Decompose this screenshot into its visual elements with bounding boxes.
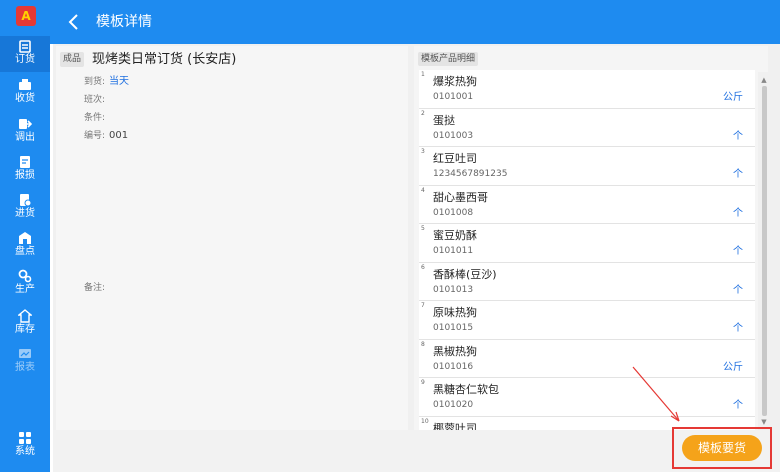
product-code: 0101003 <box>433 130 474 141</box>
list-item[interactable]: 6 香酥棒(豆沙) 0101013 个 <box>419 262 755 301</box>
sidebar-item-label: 盘点 <box>15 246 35 257</box>
product-list[interactable]: 1 爆浆热狗 0101001 公斤 2 蛋挞 0101003 个 3 红豆吐司 … <box>419 70 755 430</box>
product-name: 蛋挞 <box>433 113 455 127</box>
sidebar-item-order[interactable]: 订货 <box>0 36 50 72</box>
list-item[interactable]: 7 原味热狗 0101015 个 <box>419 301 755 340</box>
product-name: 蜜豆奶酥 <box>433 229 477 242</box>
product-code: 0101011 <box>433 246 474 256</box>
inventory-check-icon <box>18 231 32 245</box>
field-arrival: 到货: 当天 <box>84 76 130 87</box>
field-remark-label: 备注: <box>84 283 106 293</box>
sidebar: A 订货 收货 调出 报损 进货 盘点 生产 库存 报表 系统 <box>0 0 50 472</box>
sidebar-item-label: 订货 <box>15 54 35 65</box>
sidebar-item-receive[interactable]: 收货 <box>0 75 50 111</box>
product-code: 0101008 <box>433 207 474 218</box>
sidebar-item-label: 库存 <box>15 324 35 335</box>
production-icon <box>18 269 32 283</box>
sidebar-item-label: 报损 <box>15 170 35 181</box>
chevron-left-icon[interactable] <box>64 12 84 32</box>
list-item[interactable]: 5 蜜豆奶酥 0101011 个 <box>419 224 755 263</box>
sidebar-item-stock[interactable]: 库存 <box>0 306 50 342</box>
sidebar-item-system[interactable]: 系统 <box>0 428 50 464</box>
scrollbar-thumb[interactable] <box>762 86 767 416</box>
product-unit[interactable]: 个 <box>733 131 743 143</box>
sidebar-item-production[interactable]: 生产 <box>0 266 50 302</box>
sidebar-item-purchase[interactable]: 进货 <box>0 190 50 226</box>
product-code: 0101001 <box>433 92 474 102</box>
product-unit[interactable]: 个 <box>733 400 743 412</box>
product-name: 甜心墨西哥 <box>433 190 488 204</box>
system-icon <box>18 431 32 445</box>
product-code: 0101016 <box>433 361 474 372</box>
product-unit[interactable]: 公斤 <box>723 362 743 374</box>
product-unit[interactable]: 个 <box>733 323 743 335</box>
product-name: 爆浆热狗 <box>433 75 477 88</box>
order-icon <box>18 39 32 53</box>
product-name: 香酥棒(豆沙) <box>433 267 497 281</box>
template-order-button[interactable]: 模板要货 <box>682 435 762 461</box>
product-unit[interactable]: 个 <box>733 285 743 297</box>
sidebar-item-label: 调出 <box>15 132 35 143</box>
app-logo: A <box>16 6 36 26</box>
product-code: 0101013 <box>433 284 474 295</box>
bottom-action-bar <box>53 430 780 472</box>
product-unit[interactable]: 个 <box>733 169 743 181</box>
stock-icon <box>18 309 32 323</box>
list-item[interactable]: 3 红豆吐司 1234567891235 个 <box>419 147 755 186</box>
transfer-out-icon <box>18 117 32 131</box>
scroll-down-icon[interactable]: ▼ <box>760 418 768 426</box>
product-unit[interactable]: 个 <box>733 208 743 220</box>
list-item[interactable]: 9 黑糖杏仁软包 0101020 个 <box>419 378 755 417</box>
category-tag: 成品 <box>60 52 85 67</box>
product-name: 黑糖杏仁软包 <box>433 383 499 396</box>
product-name: 红豆吐司 <box>433 152 477 165</box>
list-item[interactable]: 8 黑椒热狗 0101016 公斤 <box>419 339 755 378</box>
list-item[interactable]: 1 爆浆热狗 0101001 公斤 <box>419 70 755 109</box>
list-item[interactable]: 2 蛋挞 0101003 个 <box>419 108 755 147</box>
sidebar-item-transfer-out[interactable]: 调出 <box>0 114 50 150</box>
product-name: 椰蓉吐司 <box>433 421 477 431</box>
sidebar-item-report-loss[interactable]: 报损 <box>0 152 50 188</box>
page-title: 模板详情 <box>96 14 152 30</box>
top-bar: 模板详情 <box>50 0 780 44</box>
product-name: 黑椒热狗 <box>433 344 477 358</box>
purchase-icon <box>18 193 32 207</box>
field-shift: 班次: <box>84 95 106 105</box>
sidebar-item-label: 报表 <box>15 362 35 373</box>
product-unit[interactable]: 公斤 <box>723 92 743 104</box>
report-loss-icon <box>18 155 32 169</box>
field-condition: 条件: <box>84 113 106 123</box>
sidebar-item-label: 系统 <box>15 446 35 457</box>
template-title: 现烤类日常订货 (长安店) <box>92 52 237 67</box>
product-code: 0101015 <box>433 323 474 333</box>
product-list-header: 模板产品明细 <box>418 52 479 66</box>
field-number: 编号: 001 <box>84 130 129 141</box>
sidebar-item-label: 进货 <box>15 208 35 219</box>
scroll-up-icon[interactable]: ▲ <box>760 76 768 84</box>
sidebar-item-label: 生产 <box>15 284 35 295</box>
product-name: 原味热狗 <box>433 306 477 319</box>
product-code: 0101020 <box>433 400 474 410</box>
product-unit[interactable]: 个 <box>733 246 743 258</box>
list-item[interactable]: 4 甜心墨西哥 0101008 个 <box>419 185 755 224</box>
receive-icon <box>18 78 32 92</box>
product-code: 1234567891235 <box>433 169 508 179</box>
sidebar-item-report[interactable]: 报表 <box>0 344 50 380</box>
sidebar-item-label: 收货 <box>15 93 35 104</box>
report-icon <box>18 347 32 361</box>
sidebar-item-inventory-check[interactable]: 盘点 <box>0 228 50 264</box>
